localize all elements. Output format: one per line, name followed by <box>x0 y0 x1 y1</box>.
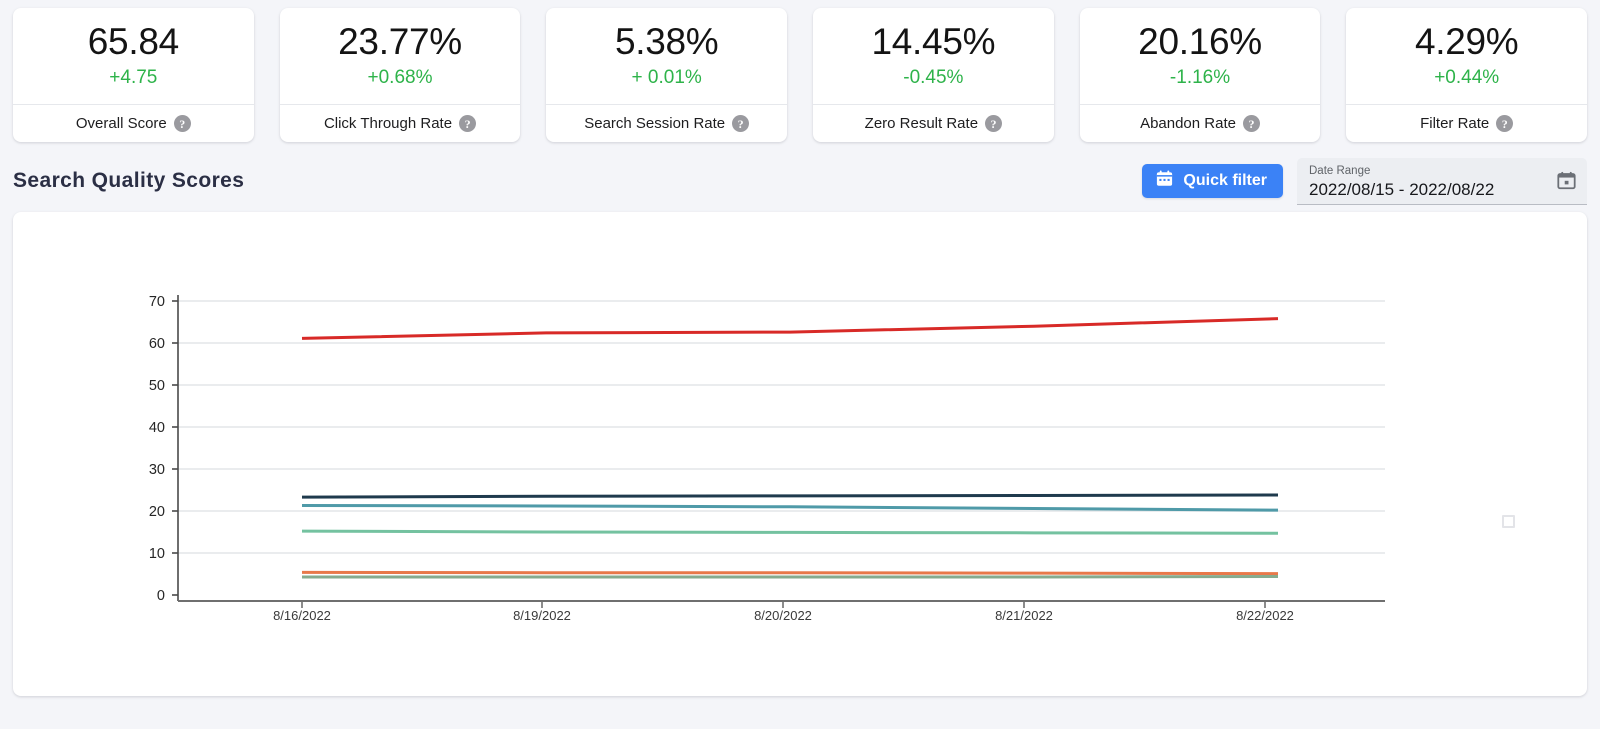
kpi-body: 4.29% +0.44% <box>1346 8 1587 104</box>
chart-line <box>301 493 1279 499</box>
kpi-label: Search Session Rate <box>584 115 726 132</box>
kpi-value: 20.16% <box>1138 21 1262 63</box>
y-tick-label: 70 <box>149 294 165 310</box>
kpi-card-search-session-rate[interactable]: 5.38% + 0.01% Search Session Rate ? <box>546 8 788 142</box>
kpi-card-overall-score[interactable]: 65.84 +4.75 Overall Score ? <box>13 8 254 142</box>
x-tick-label: 8/20/2022 <box>754 608 812 623</box>
y-tick-label: 50 <box>149 378 165 394</box>
chart-line <box>301 504 1279 512</box>
kpi-footer: Overall Score ? <box>13 104 254 142</box>
kpi-label: Filter Rate <box>1420 115 1490 132</box>
kpi-value: 4.29% <box>1414 21 1519 63</box>
y-tick-label: 0 <box>157 588 165 604</box>
x-tick-label: 8/22/2022 <box>1236 608 1294 623</box>
help-icon[interactable]: ? <box>173 115 191 132</box>
help-icon[interactable]: ? <box>985 115 1003 132</box>
help-icon[interactable]: ? <box>1496 115 1514 132</box>
kpi-label: Overall Score <box>75 115 167 132</box>
page-title: Search Quality Scores <box>13 169 245 192</box>
x-tick-label: 8/21/2022 <box>995 608 1053 623</box>
y-tick-label: 30 <box>149 462 165 478</box>
kpi-card-filter-rate[interactable]: 4.29% +0.44% Filter Rate ? <box>1346 8 1588 142</box>
chart-gridlines <box>178 300 1385 554</box>
kpi-delta: +4.75 <box>109 66 158 88</box>
dashboard-page: 65.84 +4.75 Overall Score ? 23.77% +0.68… <box>0 0 1600 729</box>
help-icon[interactable]: ? <box>459 115 477 132</box>
kpi-delta: -0.45% <box>903 66 964 88</box>
y-tick-label: 60 <box>149 336 165 352</box>
chart-series-layer <box>301 317 1279 579</box>
kpi-value: 23.77% <box>338 21 462 63</box>
chart-line <box>301 317 1279 340</box>
kpi-footer: Zero Result Rate ? <box>813 104 1054 142</box>
kpi-label: Abandon Rate <box>1140 115 1236 132</box>
kpi-card-zero-result-rate[interactable]: 14.45% -0.45% Zero Result Rate ? <box>813 8 1054 142</box>
calendar-icon <box>1155 169 1174 193</box>
kpi-card-strip: 65.84 +4.75 Overall Score ? 23.77% +0.68… <box>0 0 1600 150</box>
kpi-body: 14.45% -0.45% <box>813 8 1054 104</box>
kpi-card-abandon-rate[interactable]: 20.16% -1.16% Abandon Rate ? <box>1079 8 1321 142</box>
kpi-footer: Abandon Rate ? <box>1079 104 1321 142</box>
help-icon[interactable]: ? <box>732 115 750 132</box>
quick-filter-button[interactable]: Quick filter <box>1142 164 1283 198</box>
kpi-value: 14.45% <box>871 21 996 63</box>
date-range-label: Date Range <box>1309 164 1371 177</box>
date-range-value: 2022/08/15 - 2022/08/22 <box>1309 180 1495 200</box>
line-chart[interactable]: 70 60 50 40 30 20 10 0 8/16/2022 8/19/20… <box>13 212 1587 696</box>
kpi-footer: Filter Rate ? <box>1346 104 1588 142</box>
y-tick-label: 10 <box>149 546 165 562</box>
header-controls: Quick filter Date Range 2022/08/15 - 202… <box>1142 157 1587 205</box>
kpi-label: Click Through Rate <box>323 115 453 132</box>
chart-panel: 70 60 50 40 30 20 10 0 8/16/2022 8/19/20… <box>13 212 1587 696</box>
kpi-delta: +0.68% <box>367 66 433 88</box>
x-tick-label: 8/19/2022 <box>513 608 571 623</box>
chart-y-axis: 70 60 50 40 30 20 10 0 <box>149 294 179 604</box>
kpi-delta: +0.44% <box>1434 66 1500 88</box>
chart-x-axis: 8/16/2022 8/19/2022 8/20/2022 8/21/2022 … <box>178 600 1385 623</box>
calendar-picker-icon[interactable] <box>1556 170 1577 196</box>
date-range-text: Date Range 2022/08/15 - 2022/08/22 <box>1309 164 1550 201</box>
chart-line <box>301 529 1279 535</box>
kpi-body: 23.77% +0.68% <box>280 8 521 104</box>
legend-swatch-placeholder[interactable] <box>1502 515 1515 528</box>
kpi-footer: Click Through Rate ? <box>279 104 521 142</box>
kpi-body: 5.38% + 0.01% <box>546 8 787 104</box>
help-icon[interactable]: ? <box>1242 115 1260 132</box>
kpi-body: 65.84 +4.75 <box>13 8 254 104</box>
kpi-card-click-through-rate[interactable]: 23.77% +0.68% Click Through Rate ? <box>279 8 521 142</box>
x-tick-label: 8/16/2022 <box>273 608 331 623</box>
kpi-delta: + 0.01% <box>631 66 702 88</box>
y-tick-label: 20 <box>149 504 165 520</box>
kpi-label: Zero Result Rate <box>864 115 979 132</box>
section-header: Search Quality Scores Quick filter Date … <box>0 150 1600 212</box>
quick-filter-label: Quick filter <box>1183 172 1267 189</box>
kpi-value: 65.84 <box>87 21 179 63</box>
kpi-value: 5.38% <box>614 21 719 63</box>
y-tick-label: 40 <box>149 420 165 436</box>
kpi-body: 20.16% -1.16% <box>1080 8 1321 104</box>
chart-line <box>301 570 1279 576</box>
date-range-field[interactable]: Date Range 2022/08/15 - 2022/08/22 <box>1297 157 1587 205</box>
kpi-delta: -1.16% <box>1169 66 1231 88</box>
kpi-footer: Search Session Rate ? <box>546 104 788 142</box>
